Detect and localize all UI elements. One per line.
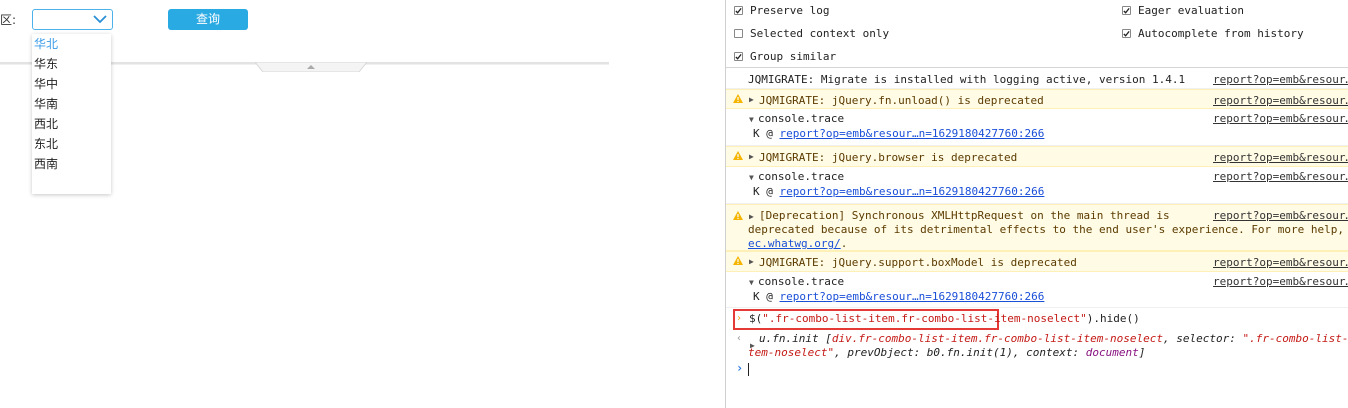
trace-label: console.trace [758, 275, 845, 288]
message-text: deprecated because of its detrimental ef… [748, 223, 1345, 236]
message-link-line: ec.whatwg.org/. [748, 237, 847, 250]
whatwg-link[interactable]: ec.whatwg.org/ [748, 237, 841, 250]
dropdown-item[interactable]: 西南 [32, 154, 111, 174]
devtools-console: Preserve log Selected context only Group… [725, 0, 1348, 408]
message-text: JQMIGRATE: jQuery.support.boxModel is de… [759, 256, 1077, 269]
console-input-caret[interactable] [748, 363, 749, 376]
warning-icon [733, 256, 743, 265]
message-text: [Deprecation] Synchronous XMLHttpRequest… [759, 209, 1170, 222]
eager-evaluation-label: Eager evaluation [1138, 4, 1244, 17]
dropdown-item[interactable]: 华南 [32, 94, 111, 114]
eager-evaluation-option[interactable]: Eager evaluation [1122, 4, 1244, 17]
collapse-arrow-icon[interactable] [255, 62, 367, 72]
stack-frame: K @ report?op=emb&resour…n=1629180427760… [753, 185, 1044, 198]
command-string: ".fr-combo-list-item.fr-combo-list-item-… [762, 312, 1087, 325]
autocomplete-label: Autocomplete from history [1138, 27, 1304, 40]
message-text: JQMIGRATE: jQuery.browser is deprecated [759, 151, 1018, 164]
source-link[interactable]: report?op=emb&resour… [1213, 94, 1348, 107]
checkbox-checked-icon[interactable] [734, 6, 743, 15]
stack-prefix: K @ [753, 127, 780, 140]
console-command[interactable]: $(".fr-combo-list-item.fr-combo-list-ite… [749, 312, 1140, 325]
region-combo[interactable] [32, 9, 113, 30]
result-line-1[interactable]: u.fn.init [div.fr-combo-list-item.fr-com… [759, 332, 1348, 345]
group-similar-option[interactable]: Group similar [734, 50, 836, 63]
console-input-prompt-icon: › [736, 361, 744, 375]
dropdown-item[interactable]: 东北 [32, 134, 111, 154]
stack-link[interactable]: report?op=emb&resour…n=1629180427760:266 [780, 185, 1045, 198]
console-trace: ▼ console.trace report?op=emb&resour… K … [726, 167, 1348, 204]
source-link[interactable]: report?op=emb&resour… [1213, 170, 1348, 183]
report-page: 区: 查询 华北 华东 华中 华南 西北 东北 西南 [0, 0, 725, 408]
result-part: div.fr-combo-list-item.fr-combo-list-ite… [831, 332, 1163, 345]
message-tail: . [840, 237, 848, 250]
stack-frame: K @ report?op=emb&resour…n=1629180427760… [753, 290, 1044, 303]
console-warning[interactable]: ▶ JQMIGRATE: jQuery.fn.unload() is depre… [726, 89, 1348, 109]
dropdown-item[interactable]: 华中 [32, 74, 111, 94]
console-warning[interactable]: ▶ JQMIGRATE: jQuery.support.boxModel is … [726, 251, 1348, 272]
preserve-log-option[interactable]: Preserve log [734, 4, 829, 17]
expand-arrow-icon[interactable]: ▶ [749, 152, 754, 161]
region-label: 区: [0, 13, 17, 27]
console-warning[interactable]: ▶ [Deprecation] Synchronous XMLHttpReque… [726, 204, 1348, 251]
command-suffix: ).hide() [1086, 312, 1140, 325]
dropdown-item[interactable]: 华北 [32, 34, 111, 54]
checkbox-unchecked-icon[interactable] [734, 29, 743, 38]
console-message: JQMIGRATE: Migrate is installed with log… [726, 69, 1348, 89]
result-part: ".fr-combo-list-i [1242, 332, 1348, 345]
collapse-arrow-icon[interactable]: ▼ [749, 278, 754, 287]
chevron-down-icon[interactable] [93, 15, 107, 24]
trace-label: console.trace [758, 112, 845, 125]
message-text: JQMIGRATE: Migrate is installed with log… [748, 73, 1186, 86]
region-dropdown-list: 华北 华东 华中 华南 西北 东北 西南 [32, 34, 111, 194]
source-link[interactable]: report?op=emb&resour… [1213, 275, 1348, 288]
checkbox-checked-icon[interactable] [1122, 6, 1131, 15]
expand-arrow-icon[interactable]: ▶ [749, 257, 754, 266]
stack-link[interactable]: report?op=emb&resour…n=1629180427760:266 [780, 290, 1045, 303]
dropdown-item[interactable]: 华东 [32, 54, 111, 74]
autocomplete-option[interactable]: Autocomplete from history [1122, 27, 1304, 40]
result-part: document [1085, 346, 1139, 359]
dropdown-item[interactable]: 西北 [32, 114, 111, 134]
checkbox-checked-icon[interactable] [1122, 29, 1131, 38]
collapse-arrow-icon[interactable]: ▼ [749, 173, 754, 182]
source-link[interactable]: report?op=emb&resour… [1213, 209, 1348, 222]
source-link[interactable]: report?op=emb&resour… [1213, 151, 1348, 164]
stack-frame: K @ report?op=emb&resour…n=1629180427760… [753, 127, 1044, 140]
warning-icon [733, 211, 743, 220]
console-trace: ▼ console.trace report?op=emb&resour… K … [726, 272, 1348, 308]
stack-link[interactable]: report?op=emb&resour…n=1629180427760:266 [780, 127, 1045, 140]
console-settings: Preserve log Selected context only Group… [726, 0, 1348, 68]
query-button[interactable]: 查询 [168, 9, 248, 30]
source-link[interactable]: report?op=emb&resour… [1213, 256, 1348, 269]
result-line-2[interactable]: tem-noselect", prevObject: b0.fn.init(1)… [748, 346, 1145, 359]
expand-arrow-icon[interactable]: ▶ [749, 212, 754, 221]
result-part: , selector: [1163, 332, 1243, 345]
message-text: JQMIGRATE: jQuery.fn.unload() is depreca… [759, 94, 1044, 107]
trace-label: console.trace [758, 170, 845, 183]
result-part: tem-noselect" [748, 346, 835, 359]
result-part: ] [1138, 346, 1146, 359]
checkbox-checked-icon[interactable] [734, 52, 743, 61]
group-similar-label: Group similar [750, 50, 837, 63]
collapse-arrow-icon[interactable]: ▼ [749, 115, 754, 124]
expand-arrow-icon[interactable]: ▶ [749, 95, 754, 104]
selected-context-option[interactable]: Selected context only [734, 27, 889, 40]
console-warning[interactable]: ▶ JQMIGRATE: jQuery.browser is deprecate… [726, 146, 1348, 167]
selected-context-label: Selected context only [750, 27, 890, 40]
console-trace: ▼ console.trace report?op=emb&resour… K … [726, 109, 1348, 146]
preserve-log-label: Preserve log [750, 4, 830, 17]
result-part: u.fn.init [ [759, 332, 832, 345]
result-part: , prevObject: b0.fn.init(1), context: [834, 346, 1086, 359]
warning-icon [733, 94, 743, 103]
stack-prefix: K @ [753, 290, 780, 303]
source-link[interactable]: report?op=emb&resour… [1213, 73, 1348, 86]
command-prefix: $( [749, 312, 763, 325]
source-link[interactable]: report?op=emb&resour… [1213, 112, 1348, 125]
command-prompt-icon: › [736, 313, 743, 324]
result-arrow-icon: ‹ [736, 333, 743, 344]
stack-prefix: K @ [753, 185, 780, 198]
warning-icon [733, 151, 743, 160]
